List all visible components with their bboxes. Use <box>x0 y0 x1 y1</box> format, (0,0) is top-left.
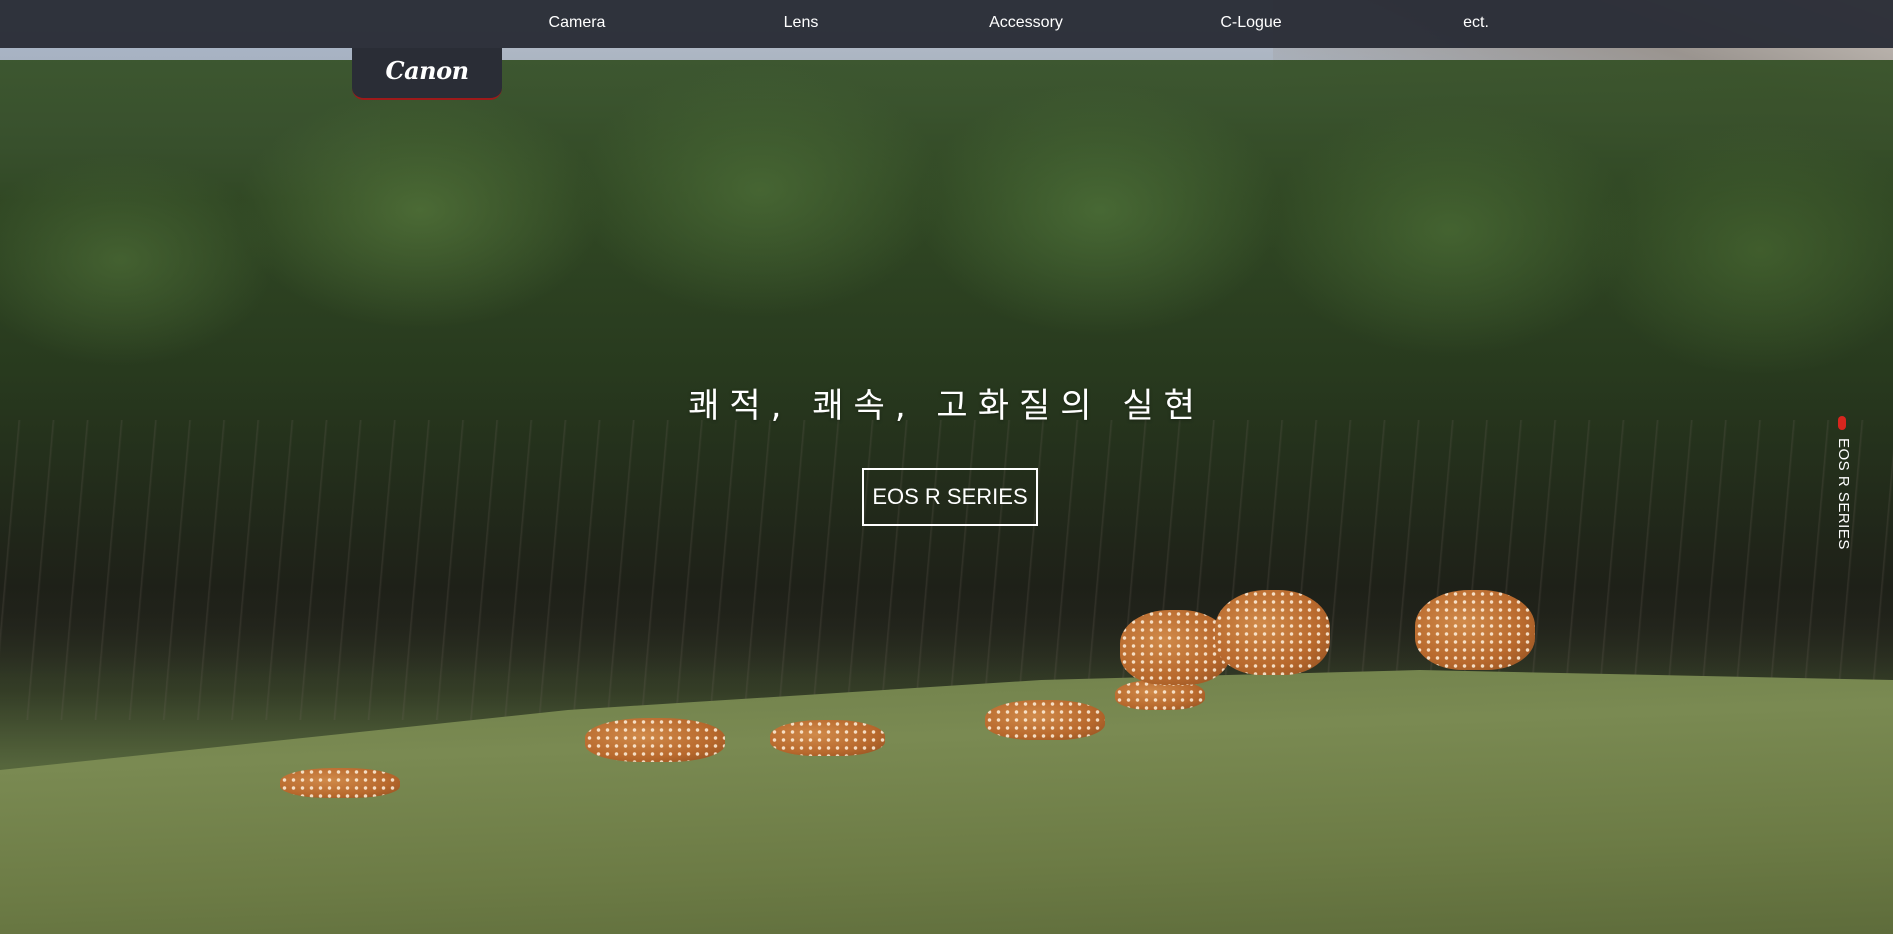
canon-logo: Canon <box>385 56 469 85</box>
deer-figure <box>280 768 400 798</box>
canon-logo-link[interactable]: Canon <box>352 48 502 100</box>
active-slide-dot <box>1838 416 1846 430</box>
deer-figure <box>985 700 1105 740</box>
top-navigation-bar: Camera Lens Accessory C-Logue ect. <box>0 0 1893 48</box>
slide-indicator[interactable]: EOS R SERIES <box>1832 416 1852 550</box>
nav-item-ect[interactable]: ect. <box>1463 0 1489 48</box>
nav-item-lens[interactable]: Lens <box>784 0 819 48</box>
eos-r-series-button[interactable]: EOS R SERIES <box>862 468 1038 526</box>
deer-figure <box>1120 610 1230 685</box>
deer-figure <box>1215 590 1330 675</box>
nav-item-accessory[interactable]: Accessory <box>989 0 1063 48</box>
nav-item-camera[interactable]: Camera <box>549 0 606 48</box>
nav-item-c-logue[interactable]: C-Logue <box>1220 0 1281 48</box>
deer-figure <box>1415 590 1535 670</box>
deer-figure <box>770 720 885 756</box>
deer-figure <box>585 718 725 762</box>
slide-indicator-label: EOS R SERIES <box>1835 438 1852 550</box>
hero-headline: 쾌적, 쾌속, 고화질의 실현 <box>688 386 1205 426</box>
hero-banner: Camera Lens Accessory C-Logue ect. Canon… <box>0 0 1893 934</box>
